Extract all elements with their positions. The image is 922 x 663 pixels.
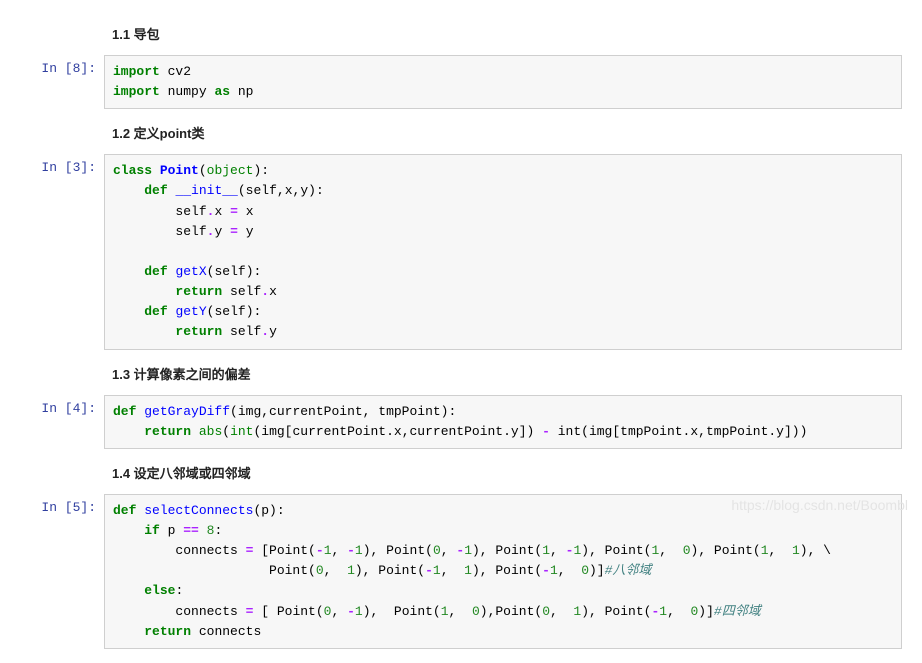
- code-input-area[interactable]: import cv2 import numpy as np: [104, 55, 902, 109]
- code-input-area[interactable]: def selectConnects(p): if p == 8: connec…: [104, 494, 902, 649]
- code-content: import cv2 import numpy as np: [113, 62, 893, 102]
- input-prompt: In [4]:: [0, 395, 104, 416]
- input-prompt: In [3]:: [0, 154, 104, 175]
- code-input-area[interactable]: class Point(object): def __init__(self,x…: [104, 154, 902, 349]
- input-prompt: In [5]:: [0, 494, 104, 515]
- code-cell: In [5]: def selectConnects(p): if p == 8…: [0, 494, 902, 649]
- input-prompt: In [8]:: [0, 55, 104, 76]
- code-cell: In [4]: def getGrayDiff(img,currentPoint…: [0, 395, 902, 449]
- section-heading-1-4: 1.4 设定八邻域或四邻域: [112, 463, 902, 482]
- section-heading-1-1: 1.1 导包: [112, 24, 902, 43]
- section-heading-1-3: 1.3 计算像素之间的偏差: [112, 364, 902, 383]
- notebook-container: 1.1 导包 In [8]: import cv2 import numpy a…: [0, 24, 902, 649]
- code-cell: In [3]: class Point(object): def __init_…: [0, 154, 902, 349]
- section-heading-1-2: 1.2 定义point类: [112, 123, 902, 142]
- code-content: class Point(object): def __init__(self,x…: [113, 161, 893, 342]
- code-content: def selectConnects(p): if p == 8: connec…: [113, 501, 893, 642]
- code-content: def getGrayDiff(img,currentPoint, tmpPoi…: [113, 402, 893, 442]
- code-cell: In [8]: import cv2 import numpy as np: [0, 55, 902, 109]
- code-input-area[interactable]: def getGrayDiff(img,currentPoint, tmpPoi…: [104, 395, 902, 449]
